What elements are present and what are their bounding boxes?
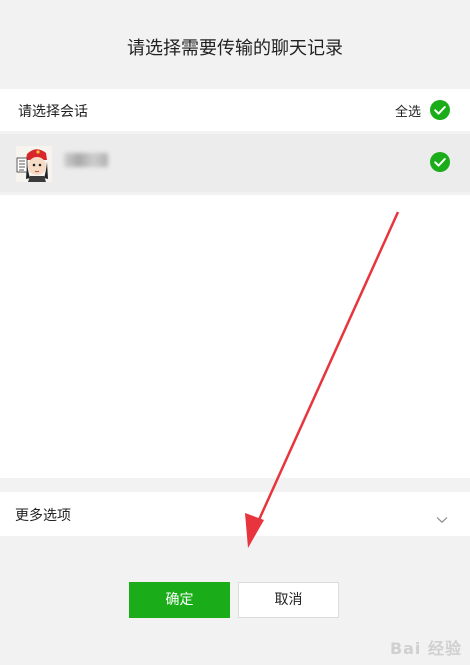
more-options-label: 更多选项	[15, 508, 71, 524]
confirm-button[interactable]: 确定	[129, 582, 230, 618]
select-all-check-icon[interactable]	[430, 100, 450, 120]
cancel-button[interactable]: 取消	[238, 582, 339, 618]
select-all-toggle[interactable]: 全选	[395, 98, 450, 122]
baidu-jingyan-watermark: Bai 经验	[389, 639, 462, 658]
chat-list-empty-area	[0, 195, 470, 478]
select-conversation-label: 请选择会话	[18, 104, 88, 120]
select-conversation-header: 请选择会话 全选	[0, 89, 470, 131]
more-options-toggle[interactable]: 更多选项	[0, 492, 470, 536]
chat-selected-check-icon[interactable]	[430, 152, 450, 172]
select-all-label: 全选	[394, 104, 421, 120]
avatar	[16, 146, 52, 182]
dialog-title: 请选择需要传输的聊天记录	[127, 38, 343, 59]
chat-name-blurred	[64, 153, 108, 167]
chevron-down-icon	[436, 509, 448, 528]
